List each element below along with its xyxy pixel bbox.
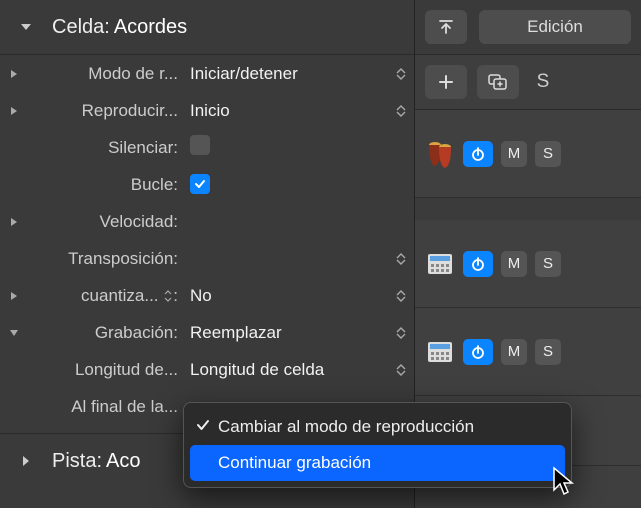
menu-item-continue-recording[interactable]: Continuar grabación	[190, 445, 565, 481]
param-label: Silenciar:	[28, 138, 184, 158]
checkmark-icon	[196, 417, 210, 437]
param-value[interactable]: No	[184, 286, 388, 306]
param-recording[interactable]: Grabación: Reemplazar	[0, 314, 414, 351]
at-end-context-menu: Cambiar al modo de reproducción Continua…	[183, 402, 572, 488]
chevron-down-icon[interactable]	[18, 19, 34, 35]
param-value[interactable]: Reemplazar	[184, 323, 388, 343]
track-strip[interactable]: M S	[415, 308, 641, 396]
mute-checkbox[interactable]	[190, 135, 210, 155]
cell-section-label: Celda:	[52, 16, 110, 39]
chevron-down-icon[interactable]	[0, 328, 28, 338]
tracks-toolbar: S	[415, 55, 641, 110]
param-transpose[interactable]: Transposición:	[0, 240, 414, 277]
add-track-button[interactable]	[425, 65, 467, 99]
chevron-right-icon[interactable]	[0, 69, 28, 79]
param-play-mode[interactable]: Modo de r... Iniciar/detener	[0, 55, 414, 92]
param-label: Al final de la...	[28, 397, 184, 417]
param-mute: Silenciar:	[0, 129, 414, 166]
track-strip[interactable]: M S	[415, 220, 641, 308]
param-value[interactable]: Inicio	[184, 101, 388, 121]
chevron-right-icon[interactable]	[0, 217, 28, 227]
congas-icon	[425, 139, 455, 169]
param-label: Modo de r...	[28, 64, 184, 84]
cell-section-value: Acordes	[114, 16, 187, 39]
param-label: Longitud de...	[28, 360, 184, 380]
param-play-from[interactable]: Reproducir... Inicio	[0, 92, 414, 129]
edit-label: Edición	[527, 17, 583, 37]
param-loop: Bucle:	[0, 166, 414, 203]
chevron-right-icon[interactable]	[0, 106, 28, 116]
param-label: Velocidad:	[28, 212, 184, 232]
back-button[interactable]	[425, 10, 467, 44]
mute-button[interactable]: M	[501, 141, 527, 167]
duplicate-track-button[interactable]	[477, 65, 519, 99]
param-label: Reproducir...	[28, 101, 184, 121]
stepper-icon[interactable]	[388, 327, 414, 339]
param-quantize[interactable]: cuantiza... : No	[0, 277, 414, 314]
param-label: Transposición:	[28, 249, 184, 269]
param-length[interactable]: Longitud de... Longitud de celda	[0, 351, 414, 388]
menu-item-switch-playback[interactable]: Cambiar al modo de reproducción	[184, 409, 571, 445]
chevron-right-icon[interactable]	[0, 291, 28, 301]
solo-button[interactable]: S	[535, 339, 561, 365]
cell-section-header[interactable]: Celda: Acordes	[0, 0, 414, 55]
edit-mode-button[interactable]: Edición	[479, 10, 631, 44]
toolbar-s-button[interactable]: S	[529, 65, 557, 99]
track-strip[interactable]: M S	[415, 110, 641, 198]
power-button[interactable]	[463, 141, 493, 167]
loop-checkbox[interactable]	[190, 174, 210, 194]
power-button[interactable]	[463, 339, 493, 365]
menu-item-label: Cambiar al modo de reproducción	[218, 417, 474, 437]
stepper-icon[interactable]	[388, 68, 414, 80]
stepper-icon[interactable]	[388, 290, 414, 302]
power-button[interactable]	[463, 251, 493, 277]
solo-button[interactable]: S	[535, 251, 561, 277]
param-velocity[interactable]: Velocidad:	[0, 203, 414, 240]
track-section-label: Pista:	[52, 450, 102, 473]
tracks-top-bar: Edición	[415, 0, 641, 55]
sampler-icon	[425, 337, 455, 367]
param-label: Grabación:	[28, 323, 184, 343]
solo-button[interactable]: S	[535, 141, 561, 167]
stepper-icon[interactable]	[388, 105, 414, 117]
param-value[interactable]: Iniciar/detener	[184, 64, 388, 84]
sampler-icon	[425, 249, 455, 279]
chevron-right-icon[interactable]	[18, 453, 34, 469]
track-section-value: Aco	[106, 450, 140, 473]
mute-button[interactable]: M	[501, 251, 527, 277]
stepper-icon[interactable]	[388, 364, 414, 376]
mute-button[interactable]: M	[501, 339, 527, 365]
param-value[interactable]: Longitud de celda	[184, 360, 388, 380]
menu-item-label: Continuar grabación	[218, 453, 371, 473]
param-label: cuantiza... :	[28, 286, 184, 306]
stepper-icon[interactable]	[388, 253, 414, 265]
param-label: Bucle:	[28, 175, 184, 195]
